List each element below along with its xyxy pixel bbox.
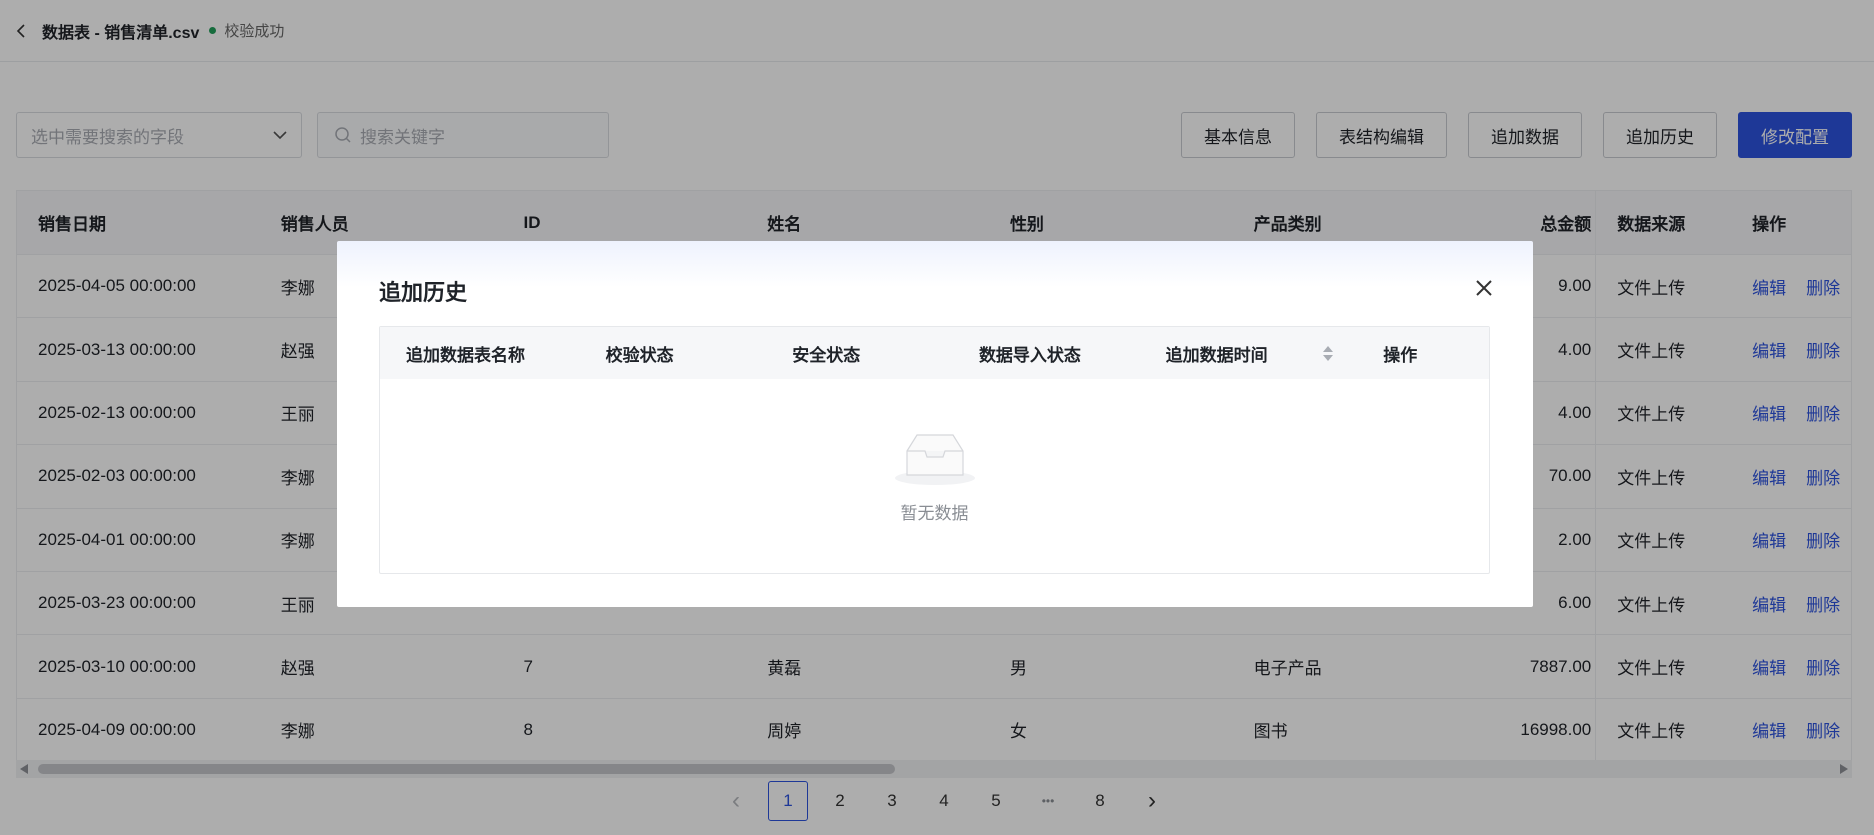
empty-text: 暂无数据 xyxy=(900,504,969,523)
append-history-modal: 追加历史 追加数据表名称 校验状态 安全状态 数据导入状态 追加数据时间 操作 … xyxy=(337,241,1533,607)
column-header: 追加数据表名称 xyxy=(406,345,525,365)
column-header: 安全状态 xyxy=(792,345,861,365)
close-icon[interactable] xyxy=(1475,279,1493,302)
column-header: 操作 xyxy=(1383,345,1418,365)
column-header: 校验状态 xyxy=(605,345,674,365)
modal-title: 追加历史 xyxy=(379,280,468,305)
column-header-label: 追加数据时间 xyxy=(1165,345,1268,365)
column-header-sortable[interactable]: 追加数据时间 xyxy=(1140,341,1344,366)
history-table-header: 追加数据表名称 校验状态 安全状态 数据导入状态 追加数据时间 操作 xyxy=(380,327,1489,379)
empty-inbox-icon xyxy=(894,434,975,485)
empty-state: 暂无数据 xyxy=(380,431,1489,524)
history-table: 追加数据表名称 校验状态 安全状态 数据导入状态 追加数据时间 操作 暂无数据 xyxy=(379,326,1490,574)
column-header: 数据导入状态 xyxy=(978,345,1081,365)
sort-icon[interactable] xyxy=(1323,345,1334,361)
